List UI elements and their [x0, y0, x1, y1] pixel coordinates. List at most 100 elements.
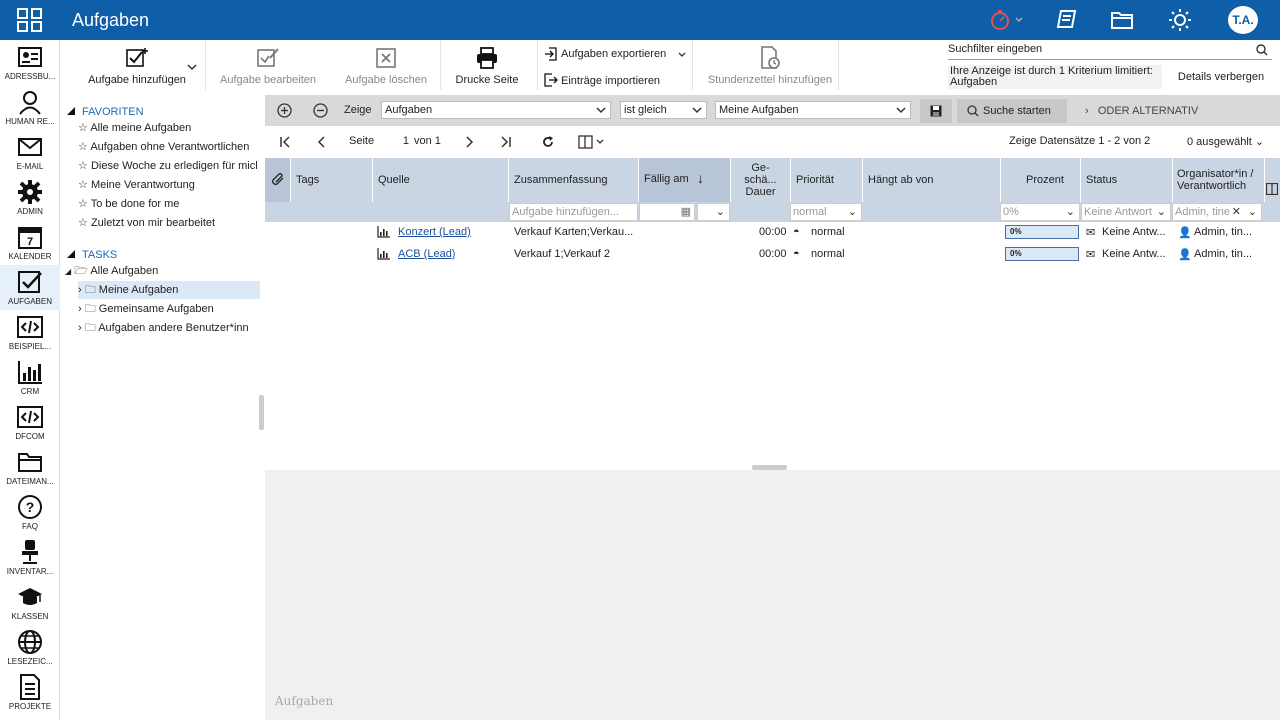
- column-summary[interactable]: Zusammenfassung: [509, 158, 639, 202]
- favorite-item[interactable]: ☆ Zuletzt von mir bearbeitet: [78, 214, 265, 232]
- next-page-icon[interactable]: [462, 135, 476, 149]
- column-estimated-duration[interactable]: Ge- schä... Dauer: [731, 158, 791, 202]
- tree-folder-my-tasks[interactable]: › 🗀 Meine Aufgaben: [78, 281, 260, 299]
- delete-task-button[interactable]: Aufgabe löschen: [330, 40, 442, 95]
- edit-task-button[interactable]: Aufgabe bearbeiten: [210, 40, 326, 95]
- user-avatar[interactable]: T.A.: [1228, 6, 1258, 34]
- nav-item-projects[interactable]: PROJEKTE: [0, 670, 60, 715]
- column-tags[interactable]: Tags: [291, 158, 373, 202]
- table-row[interactable]: ACB (Lead) Verkauf 1;Verkauf 2 00:00 ◓ n…: [265, 244, 1280, 266]
- import-entries-label: Einträge importieren: [561, 75, 661, 87]
- nav-item-calendar[interactable]: 7 KALENDER: [0, 220, 60, 265]
- favorite-item[interactable]: ☆ Aufgaben ohne Verantwortlichen: [78, 138, 265, 156]
- previous-page-icon[interactable]: [315, 135, 329, 149]
- tree-folder-shared-tasks[interactable]: › 🗀 Gemeinsame Aufgaben: [78, 300, 265, 318]
- folder-icon: 🗀: [84, 322, 96, 334]
- nav-item-addressbook[interactable]: ADRESSBU...: [0, 40, 60, 85]
- nav-item-faq[interactable]: ? FAQ: [0, 490, 60, 535]
- timer-icon[interactable]: [988, 8, 1024, 32]
- column-chooser-icon[interactable]: [1266, 183, 1278, 195]
- person-icon: 👤: [1178, 249, 1192, 261]
- add-task-button[interactable]: Aufgabe hinzufügen: [70, 40, 204, 95]
- favorite-item[interactable]: ☆ Alle meine Aufgaben: [78, 119, 265, 137]
- sort-descending-icon: ↓: [697, 170, 704, 186]
- column-layout-icon[interactable]: [578, 135, 606, 149]
- add-timesheet-button[interactable]: Stundenzettel hinzufügen: [700, 40, 840, 95]
- book-icon[interactable]: [1055, 8, 1079, 32]
- sun-icon[interactable]: [1168, 8, 1192, 32]
- column-attachment[interactable]: [265, 158, 291, 202]
- favorite-item[interactable]: ☆ Meine Verantwortung: [78, 176, 265, 194]
- nav-item-beispiel[interactable]: BEISPIEL...: [0, 310, 60, 355]
- organizer-filter[interactable]: Admin, tine ✕ ⌄: [1172, 203, 1262, 221]
- nav-item-email[interactable]: E-MAIL: [0, 130, 60, 175]
- column-percent[interactable]: Prozent: [1001, 158, 1081, 202]
- clear-icon[interactable]: ✕: [1231, 204, 1241, 220]
- priority-filter[interactable]: normal ⌄: [790, 203, 862, 221]
- chevron-down-icon[interactable]: [187, 62, 197, 72]
- nav-item-tasks[interactable]: AUFGABEN: [0, 265, 60, 310]
- page-number-input[interactable]: 1: [375, 132, 411, 150]
- column-priority[interactable]: Priorität: [791, 158, 863, 202]
- column-due-date[interactable]: Fällig am ↓: [639, 158, 731, 202]
- column-depends-on[interactable]: Hängt ab von: [863, 158, 1001, 202]
- folder-icon[interactable]: [1110, 8, 1134, 32]
- filter-operator-select[interactable]: ist gleich: [620, 101, 707, 119]
- collapse-triangle-icon[interactable]: [67, 250, 75, 258]
- column-status[interactable]: Status: [1081, 158, 1173, 202]
- save-filter-button[interactable]: [920, 99, 952, 123]
- star-icon: ☆: [78, 122, 88, 134]
- nav-item-crm[interactable]: CRM: [0, 355, 60, 400]
- nav-item-admin[interactable]: ADMIN: [0, 175, 60, 220]
- source-link[interactable]: Konzert (Lead): [398, 226, 471, 238]
- quick-add-task-input[interactable]: Aufgabe hinzufügen...: [509, 203, 638, 221]
- nav-item-inventory[interactable]: INVENTAR...: [0, 535, 60, 580]
- column-organizer[interactable]: Organisator*in / Verantwortlich: [1173, 158, 1265, 202]
- priority-cell: normal: [811, 248, 845, 260]
- tree-folder-other-users[interactable]: › 🗀 Aufgaben andere Benutzer*inn: [78, 319, 265, 337]
- remove-filter-icon[interactable]: [313, 103, 328, 118]
- nav-item-bookmarks[interactable]: LESEZEIC...: [0, 625, 60, 670]
- due-date-operator[interactable]: ⌄: [697, 203, 730, 221]
- priority-filter-value: normal: [793, 206, 827, 218]
- start-search-button[interactable]: Suche starten: [957, 99, 1067, 123]
- star-icon: ☆: [78, 198, 88, 210]
- nav-item-classes[interactable]: KLASSEN: [0, 580, 60, 625]
- filter-field-select[interactable]: Aufgaben: [381, 101, 611, 119]
- favorite-item[interactable]: ☆ Diese Woche zu erledigen für micl: [78, 157, 265, 175]
- folder-icon: 🗀: [84, 284, 96, 296]
- nav-item-dfcom[interactable]: DFCOM: [0, 400, 60, 445]
- search-input[interactable]: Suchfilter eingeben: [948, 43, 1272, 60]
- percent-filter[interactable]: 0% ⌄: [1000, 203, 1080, 221]
- filter-value-select[interactable]: Meine Aufgaben: [715, 101, 911, 119]
- task-check-icon: [18, 271, 42, 293]
- export-icon: [545, 47, 557, 61]
- nav-label: PROJEKTE: [8, 702, 52, 711]
- add-filter-icon[interactable]: [277, 103, 292, 118]
- collapse-triangle-icon[interactable]: [67, 107, 75, 115]
- first-page-icon[interactable]: [279, 135, 293, 149]
- nav-item-filemanager[interactable]: DATEIMAN...: [0, 445, 60, 490]
- column-source[interactable]: Quelle: [373, 158, 509, 202]
- apps-grid-icon[interactable]: [17, 8, 43, 32]
- import-entries-button[interactable]: Einträge importieren: [544, 72, 674, 92]
- tree-root-all-tasks[interactable]: ◢ 🗁 Alle Aufgaben: [65, 262, 265, 280]
- status-filter[interactable]: Keine Antwort ⌄: [1081, 203, 1171, 221]
- export-tasks-button[interactable]: Aufgaben exportieren: [544, 46, 689, 66]
- last-page-icon[interactable]: [498, 135, 512, 149]
- chevron-right-icon: ›: [78, 303, 82, 315]
- hide-details-button[interactable]: Details verbergen: [1168, 65, 1274, 89]
- nav-item-human-resources[interactable]: HUMAN RE...: [0, 85, 60, 130]
- organizer-filter-value: Admin, tine: [1175, 206, 1231, 218]
- or-alternative-toggle[interactable]: › ODER ALTERNATIV: [1085, 105, 1198, 117]
- table-row[interactable]: Konzert (Lead) Verkauf Karten;Verkau... …: [265, 222, 1280, 244]
- selected-count-dropdown[interactable]: 0 ausgewählt ⌄: [1187, 135, 1264, 148]
- favorite-item[interactable]: ☆ To be done for me: [78, 195, 265, 213]
- bar-chart-icon: [18, 361, 42, 384]
- print-page-button[interactable]: Drucke Seite: [445, 40, 529, 95]
- source-link[interactable]: ACB (Lead): [398, 248, 455, 260]
- due-date-filter[interactable]: ▦: [639, 203, 695, 221]
- refresh-icon[interactable]: [541, 135, 555, 149]
- search-icon[interactable]: [1256, 44, 1268, 56]
- splitter-handle[interactable]: [259, 395, 264, 430]
